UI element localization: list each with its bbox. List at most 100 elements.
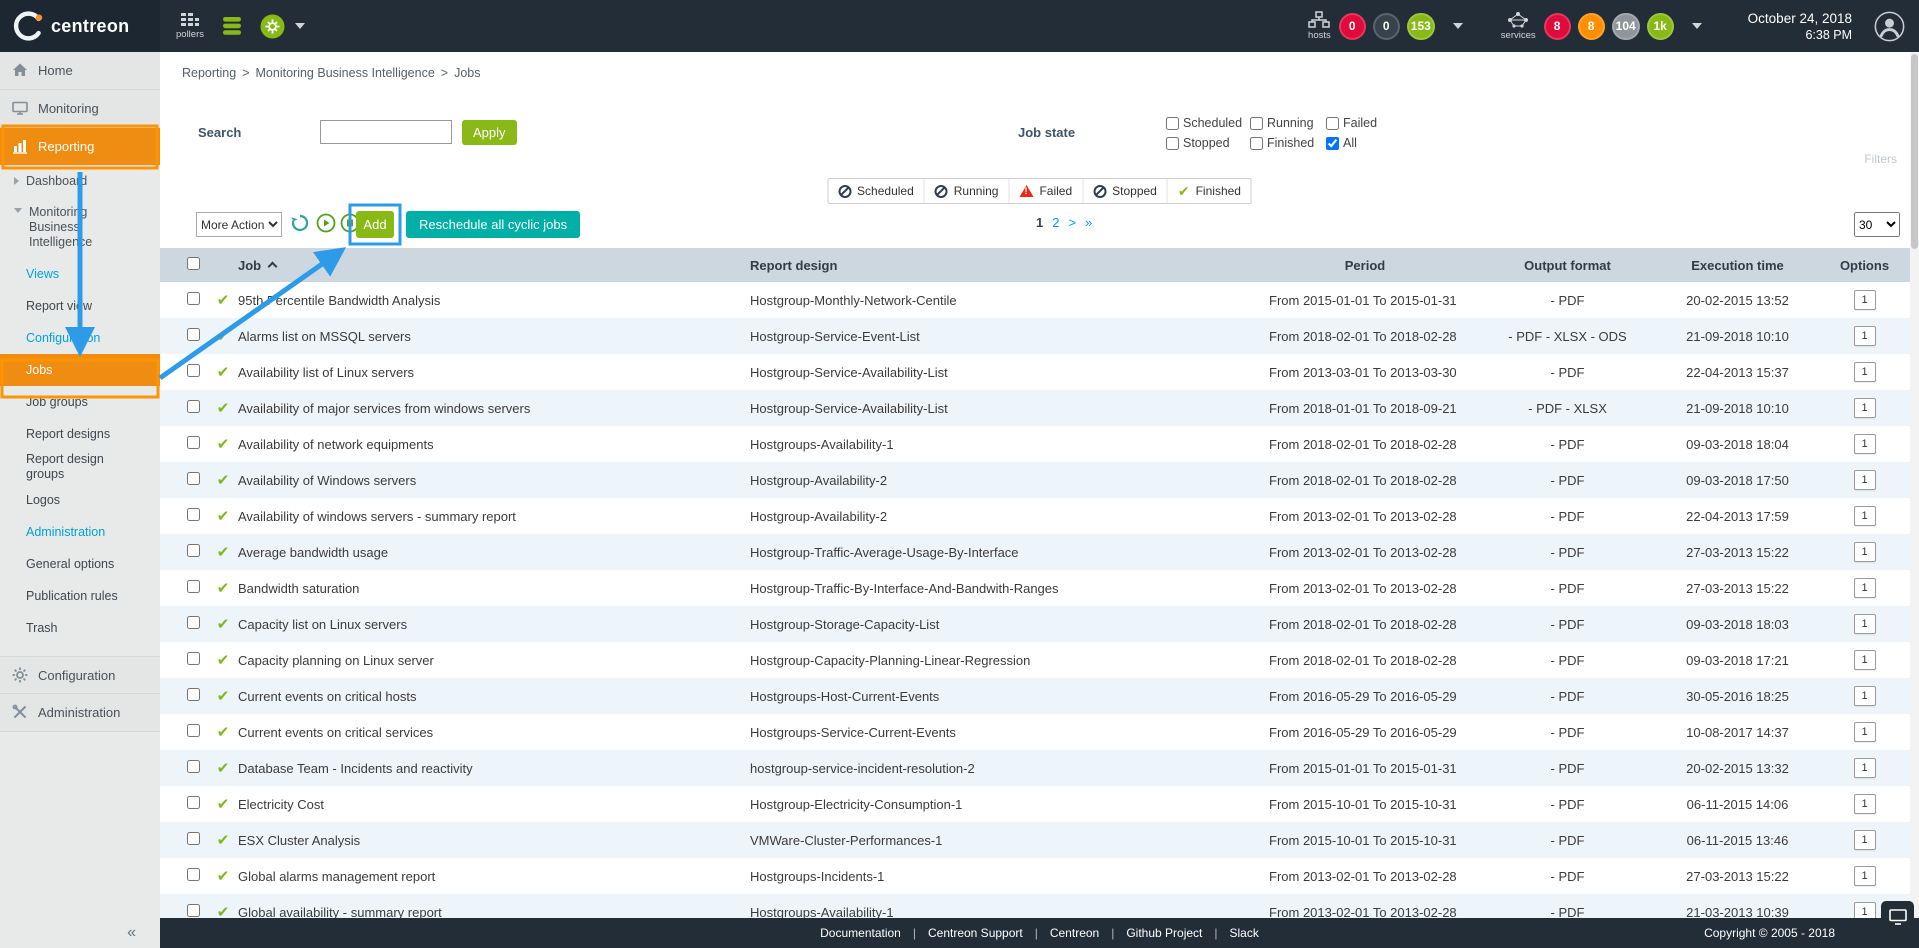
job-name-link[interactable]: Availability of Windows servers bbox=[238, 473, 750, 488]
status-badge[interactable]: 104 bbox=[1612, 13, 1640, 40]
options-button[interactable]: 1 bbox=[1854, 686, 1876, 706]
page-last[interactable]: » bbox=[1085, 215, 1092, 230]
options-button[interactable]: 1 bbox=[1854, 434, 1876, 454]
column-header-period[interactable]: Period bbox=[1260, 258, 1470, 273]
row-checkbox[interactable] bbox=[187, 616, 200, 629]
row-checkbox[interactable] bbox=[187, 436, 200, 449]
sidebar-item-jobs[interactable]: Jobs bbox=[0, 354, 160, 386]
row-checkbox[interactable] bbox=[187, 292, 200, 305]
page-size-select[interactable]: 30 bbox=[1854, 212, 1900, 237]
sidebar-item-monitoring-business-intelligence[interactable]: Monitoring Business Intelligence bbox=[0, 197, 160, 258]
options-button[interactable]: 1 bbox=[1854, 902, 1876, 918]
job-name-link[interactable]: Capacity planning on Linux server bbox=[238, 653, 750, 668]
row-checkbox[interactable] bbox=[187, 724, 200, 737]
job-name-link[interactable]: ESX Cluster Analysis bbox=[238, 833, 750, 848]
row-checkbox[interactable] bbox=[187, 508, 200, 521]
job-name-link[interactable]: Global availability - summary report bbox=[238, 905, 750, 919]
jobstate-checkbox-finished[interactable]: Finished bbox=[1250, 136, 1326, 150]
jobstate-checkbox-running[interactable]: Running bbox=[1250, 116, 1326, 130]
status-badge[interactable]: 0 bbox=[1339, 13, 1366, 40]
page-1[interactable]: 1 bbox=[1036, 215, 1043, 230]
user-avatar[interactable] bbox=[1874, 11, 1905, 42]
sidebar-item-trash[interactable]: Trash bbox=[0, 612, 160, 644]
footer-link-centreon[interactable]: Centreon bbox=[1050, 926, 1099, 940]
jobstate-checkbox-failed[interactable]: Failed bbox=[1326, 116, 1377, 130]
row-checkbox[interactable] bbox=[187, 472, 200, 485]
jobstate-checkbox-scheduled[interactable]: Scheduled bbox=[1166, 116, 1250, 130]
poller-stack-icon[interactable] bbox=[220, 15, 244, 37]
sidebar-item-report-designs[interactable]: Report designs bbox=[0, 418, 160, 450]
page-next[interactable]: > bbox=[1068, 215, 1076, 230]
job-name-link[interactable]: Average bandwidth usage bbox=[238, 545, 750, 560]
job-name-link[interactable]: Current events on critical hosts bbox=[238, 689, 750, 704]
jobstate-checkbox-stopped[interactable]: Stopped bbox=[1166, 136, 1250, 150]
sidebar-item-logos[interactable]: Logos bbox=[0, 484, 160, 516]
services-status-icon-group[interactable]: services bbox=[1501, 11, 1536, 41]
options-button[interactable]: 1 bbox=[1854, 506, 1876, 526]
job-name-link[interactable]: Availability of network equipments bbox=[238, 437, 750, 452]
row-checkbox[interactable] bbox=[187, 328, 200, 341]
checkbox-input[interactable] bbox=[1326, 117, 1339, 130]
sidebar-item-reporting[interactable]: Reporting bbox=[0, 128, 160, 166]
page-2[interactable]: 2 bbox=[1052, 215, 1059, 230]
checkbox-input[interactable] bbox=[1166, 137, 1179, 150]
sidebar-item-job-groups[interactable]: Job groups bbox=[0, 386, 160, 418]
fullscreen-button[interactable] bbox=[1881, 901, 1914, 932]
row-checkbox[interactable] bbox=[187, 688, 200, 701]
job-name-link[interactable]: Bandwidth saturation bbox=[238, 581, 750, 596]
jobstate-checkbox-all[interactable]: All bbox=[1326, 136, 1377, 150]
sidebar-item-views[interactable]: Views bbox=[0, 258, 160, 290]
sidebar-item-monitoring[interactable]: Monitoring bbox=[0, 90, 160, 128]
sidebar-item-report-view[interactable]: Report view bbox=[0, 290, 160, 322]
options-button[interactable]: 1 bbox=[1854, 578, 1876, 598]
row-checkbox[interactable] bbox=[187, 364, 200, 377]
options-button[interactable]: 1 bbox=[1854, 866, 1876, 886]
add-button[interactable]: Add bbox=[356, 211, 394, 238]
job-name-link[interactable]: Availability of windows servers - summar… bbox=[238, 509, 750, 524]
sidebar-item-administration[interactable]: Administration bbox=[0, 516, 160, 548]
row-checkbox[interactable] bbox=[187, 400, 200, 413]
sidebar-item-report-design-groups[interactable]: Report design groups bbox=[0, 450, 160, 484]
scrollbar[interactable] bbox=[1910, 52, 1919, 918]
status-badge[interactable]: 0 bbox=[1373, 13, 1400, 40]
job-name-link[interactable]: Current events on critical services bbox=[238, 725, 750, 740]
job-name-link[interactable]: Availability list of Linux servers bbox=[238, 365, 750, 380]
options-button[interactable]: 1 bbox=[1854, 722, 1876, 742]
checkbox-input[interactable] bbox=[1326, 137, 1339, 150]
options-button[interactable]: 1 bbox=[1854, 326, 1876, 346]
footer-link-documentation[interactable]: Documentation bbox=[820, 926, 901, 940]
footer-link-github-project[interactable]: Github Project bbox=[1126, 926, 1202, 940]
status-badge[interactable]: 1k bbox=[1647, 13, 1674, 40]
job-name-link[interactable]: Global alarms management report bbox=[238, 869, 750, 884]
options-button[interactable]: 1 bbox=[1854, 290, 1876, 310]
column-header-options[interactable]: Options bbox=[1810, 258, 1919, 273]
options-button[interactable]: 1 bbox=[1854, 794, 1876, 814]
row-checkbox[interactable] bbox=[187, 796, 200, 809]
row-checkbox[interactable] bbox=[187, 832, 200, 845]
chevron-down-icon[interactable] bbox=[1692, 23, 1702, 29]
hosts-status-icon-group[interactable]: hosts bbox=[1308, 11, 1331, 41]
chevron-down-icon[interactable] bbox=[295, 23, 305, 29]
status-badge[interactable]: 8 bbox=[1544, 13, 1571, 40]
row-checkbox[interactable] bbox=[187, 760, 200, 773]
breadcrumb-item-reporting[interactable]: Reporting bbox=[182, 66, 236, 80]
job-name-link[interactable]: Capacity list on Linux servers bbox=[238, 617, 750, 632]
sidebar-item-configuration[interactable]: Configuration bbox=[0, 656, 160, 694]
footer-link-slack[interactable]: Slack bbox=[1230, 926, 1259, 940]
pollers-status[interactable]: pollers bbox=[176, 12, 204, 40]
sidebar-item-administration[interactable]: Administration bbox=[0, 694, 160, 732]
job-name-link[interactable]: 95th Percentile Bandwidth Analysis bbox=[238, 293, 750, 308]
row-checkbox[interactable] bbox=[187, 544, 200, 557]
column-header-output-format[interactable]: Output format bbox=[1470, 258, 1665, 273]
column-header-job[interactable]: Job bbox=[238, 258, 750, 273]
job-name-link[interactable]: Alarms list on MSSQL servers bbox=[238, 329, 750, 344]
breadcrumb-item-monitoring-business-intelligence[interactable]: Monitoring Business Intelligence bbox=[256, 66, 435, 80]
column-header-execution-time[interactable]: Execution time bbox=[1665, 258, 1810, 273]
checkbox-input[interactable] bbox=[1166, 117, 1179, 130]
sidebar-item-publication-rules[interactable]: Publication rules bbox=[0, 580, 160, 612]
options-button[interactable]: 1 bbox=[1854, 470, 1876, 490]
scrollbar-thumb[interactable] bbox=[1911, 54, 1918, 249]
job-name-link[interactable]: Availability of major services from wind… bbox=[238, 401, 750, 416]
more-actions-select[interactable]: More Actions... bbox=[196, 212, 282, 237]
sidebar-item-general-options[interactable]: General options bbox=[0, 548, 160, 580]
